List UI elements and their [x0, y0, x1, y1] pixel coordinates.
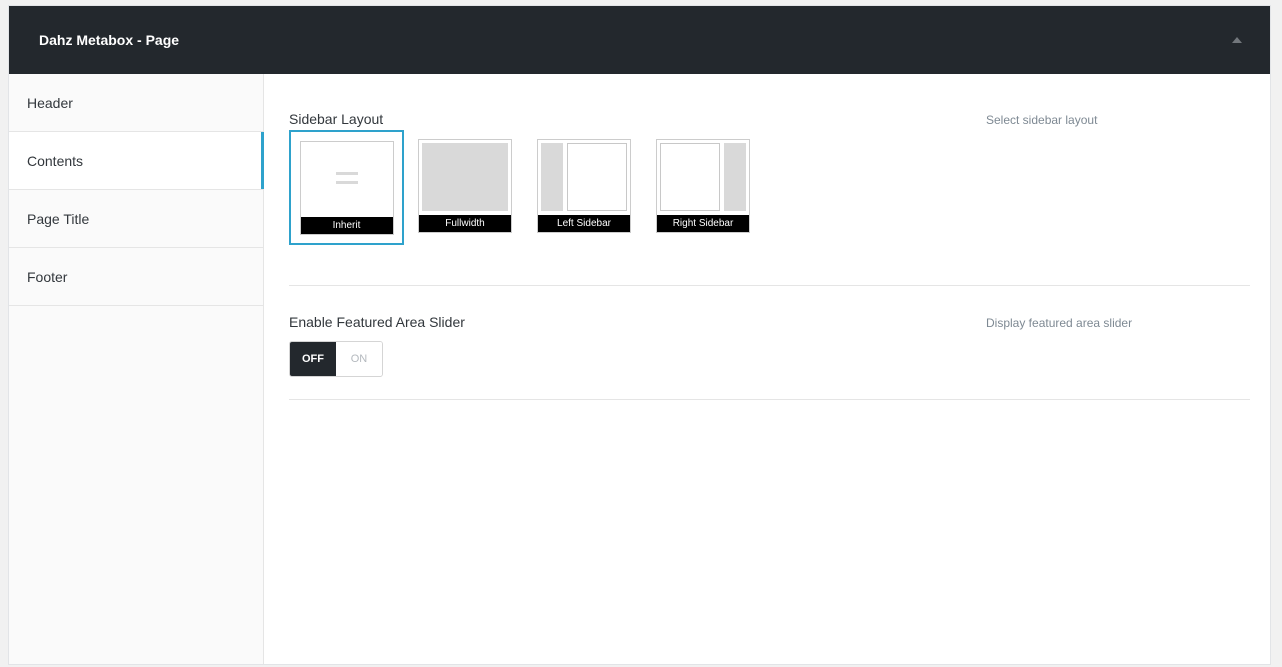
field-divider — [289, 285, 1250, 286]
layout-options: Inherit Fullwidth Left Sidebar Right Sid… — [289, 130, 775, 245]
layout-caption: Right Sidebar — [657, 215, 749, 232]
left-sidebar-layout-icon — [541, 143, 627, 211]
layout-option-fullwidth[interactable]: Fullwidth — [418, 139, 512, 233]
featured-slider-label: Enable Featured Area Slider — [289, 314, 465, 330]
switch-on-option[interactable]: ON — [336, 342, 382, 376]
tab-header[interactable]: Header — [9, 74, 263, 132]
triangle-up-icon[interactable] — [1232, 37, 1242, 43]
featured-slider-field: Enable Featured Area Slider Display feat… — [289, 314, 1250, 384]
tab-label: Contents — [27, 152, 84, 169]
layout-caption: Fullwidth — [419, 215, 511, 232]
dahz-metabox: Dahz Metabox - Page Header Contents Page… — [8, 5, 1271, 665]
tab-label: Page Title — [27, 210, 90, 227]
tab-footer[interactable]: Footer — [9, 248, 263, 306]
layout-option-inherit[interactable]: Inherit — [289, 130, 404, 245]
featured-slider-switch[interactable]: OFF ON — [289, 341, 383, 377]
metabox-content: Sidebar Layout Select sidebar layout Inh… — [265, 74, 1270, 664]
tab-contents[interactable]: Contents — [9, 132, 264, 190]
field-divider — [289, 399, 1250, 400]
switch-off-option[interactable]: OFF — [290, 342, 336, 376]
metabox-tabs: Header Contents Page Title Footer — [9, 74, 264, 664]
sidebar-layout-label: Sidebar Layout — [289, 111, 384, 127]
metabox-title: Dahz Metabox - Page — [39, 32, 180, 48]
layout-option-left-sidebar[interactable]: Left Sidebar — [537, 139, 631, 233]
metabox-header[interactable]: Dahz Metabox - Page — [9, 6, 1270, 74]
layout-caption: Inherit — [300, 216, 393, 234]
featured-slider-description: Display featured area slider — [986, 316, 1133, 330]
equals-icon — [335, 171, 358, 186]
sidebar-layout-field: Sidebar Layout Select sidebar layout Inh… — [289, 111, 1250, 271]
sidebar-layout-description: Select sidebar layout — [986, 113, 1098, 127]
tab-page-title[interactable]: Page Title — [9, 190, 263, 248]
tab-label: Header — [27, 94, 73, 111]
right-sidebar-layout-icon — [660, 143, 746, 211]
fullwidth-layout-icon — [422, 143, 508, 211]
tab-label: Footer — [27, 268, 68, 285]
layout-caption: Left Sidebar — [538, 215, 630, 232]
layout-option-right-sidebar[interactable]: Right Sidebar — [656, 139, 750, 233]
